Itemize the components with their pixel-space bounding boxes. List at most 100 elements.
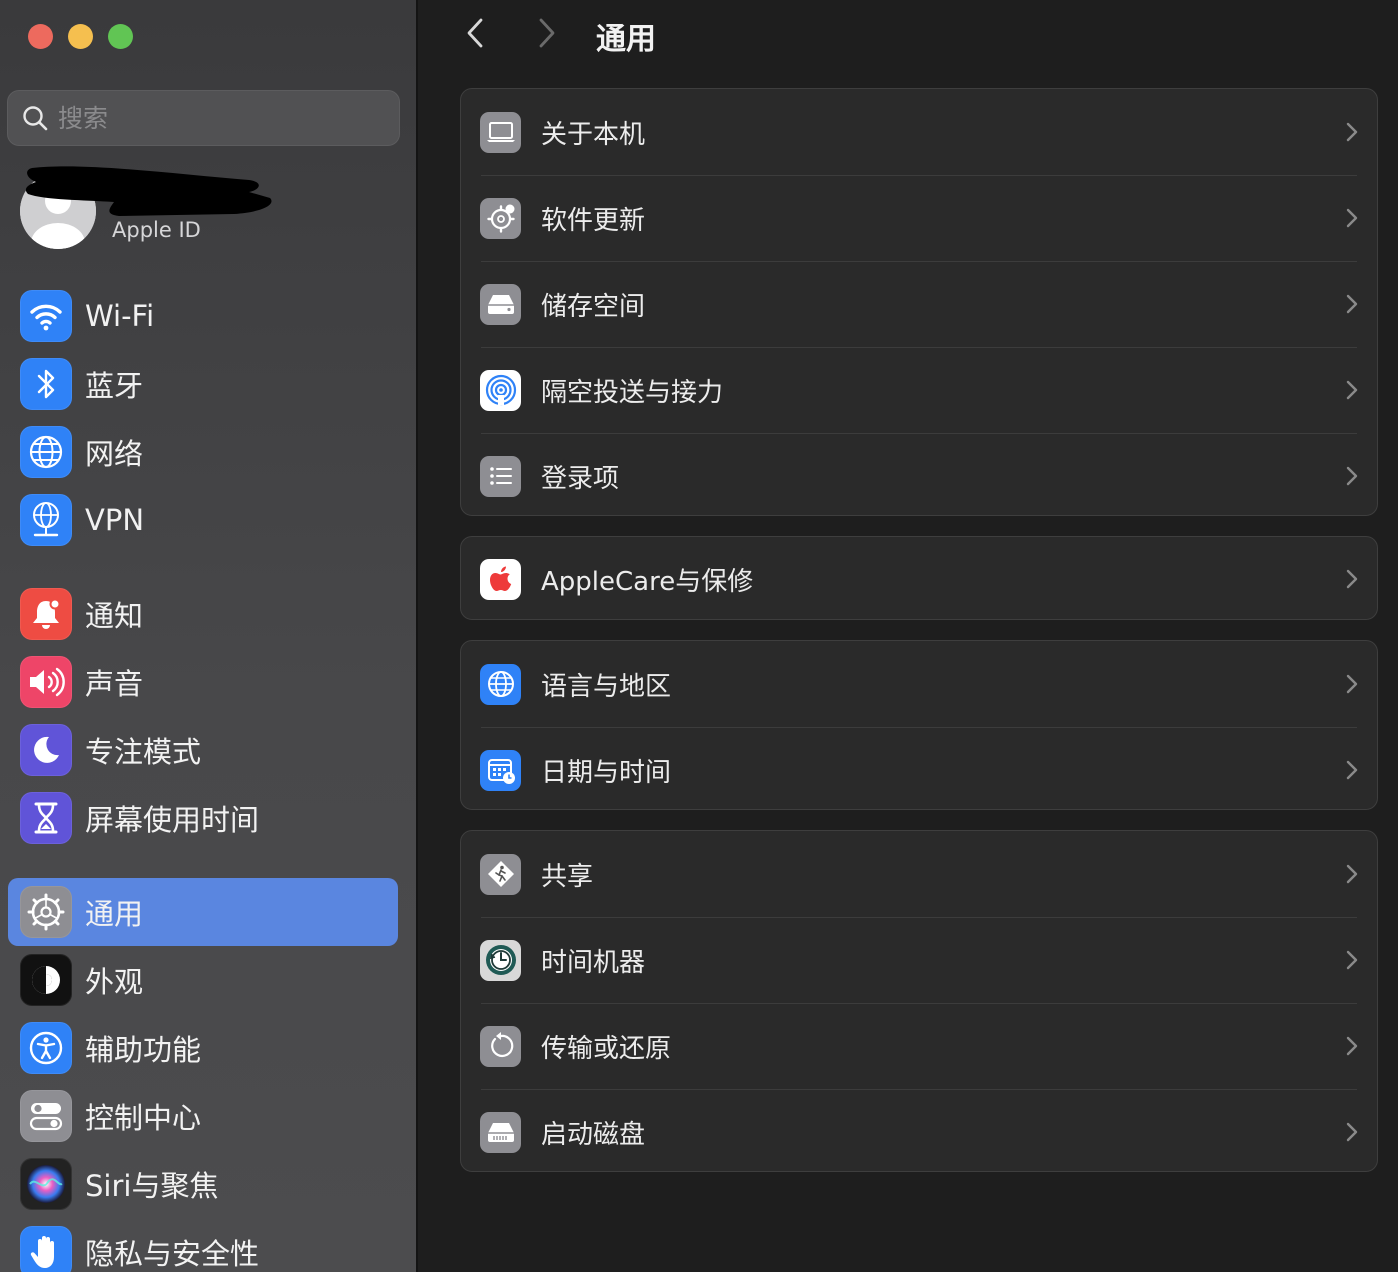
chevron-right-icon: [1345, 759, 1359, 781]
forward-button[interactable]: [530, 18, 564, 52]
settings-group-locale: 语言与地区 日期与时间: [460, 640, 1378, 810]
sidebar-item-siri-spotlight[interactable]: Siri与聚焦: [8, 1150, 398, 1218]
sharing-icon: [480, 853, 521, 895]
chevron-right-icon: [1345, 863, 1359, 885]
chevron-right-icon: [1345, 949, 1359, 971]
row-login-items[interactable]: 登录项: [461, 433, 1377, 515]
chevron-right-icon: [1345, 293, 1359, 315]
row-label: 启动磁盘: [541, 1119, 646, 1150]
row-software-update[interactable]: 软件更新: [461, 175, 1377, 261]
main-content: 通用 关于本机 软件更新 储存空间 隔空投送与接力 登录项 AppleCare与…: [420, 0, 1398, 1272]
apple-id-label: Apple ID: [112, 218, 201, 242]
sidebar-item-appearance[interactable]: 外观: [8, 946, 398, 1014]
sidebar-item-vpn[interactable]: VPN: [8, 486, 398, 554]
list-icon: [480, 455, 521, 497]
chevron-right-icon: [1345, 1035, 1359, 1057]
row-label: 登录项: [541, 463, 620, 494]
sidebar-item-control-center[interactable]: 控制中心: [8, 1082, 398, 1150]
window-zoom-button[interactable]: [108, 24, 133, 49]
restore-icon: [480, 1025, 521, 1067]
search-icon: [22, 105, 48, 131]
time-machine-icon: [480, 939, 521, 981]
row-startup-disk[interactable]: 启动磁盘: [461, 1089, 1377, 1171]
sidebar-item-label: VPN: [85, 503, 145, 537]
sidebar-item-screen-time[interactable]: 屏幕使用时间: [8, 784, 398, 852]
row-transfer-reset[interactable]: 传输或还原: [461, 1003, 1377, 1089]
row-label: 日期与时间: [541, 757, 672, 788]
chevron-right-icon: [1345, 207, 1359, 229]
row-label: 关于本机: [541, 119, 646, 150]
row-airdrop-handoff[interactable]: 隔空投送与接力: [461, 347, 1377, 433]
chevron-right-icon: [1345, 1121, 1359, 1143]
sidebar-item-wifi[interactable]: Wi-Fi: [8, 282, 398, 350]
airdrop-icon: [480, 369, 521, 411]
wifi-icon: [20, 290, 72, 342]
sidebar-item-label: 专注模式: [85, 735, 202, 769]
hand-icon: [20, 1226, 72, 1272]
sidebar-item-label: Siri与聚焦: [85, 1169, 219, 1203]
vpn-globe-icon: [20, 494, 72, 546]
chevron-right-icon: [1345, 568, 1359, 590]
apple-id-account[interactable]: Apple ID: [0, 156, 416, 256]
apple-logo-icon: [480, 558, 521, 600]
window-close-button[interactable]: [28, 24, 53, 49]
globe-icon: [20, 426, 72, 478]
row-label: 隔空投送与接力: [541, 377, 724, 408]
sidebar-item-label: 外观: [85, 965, 144, 999]
chevron-right-icon: [1345, 379, 1359, 401]
settings-group-device: 关于本机 软件更新 储存空间 隔空投送与接力 登录项: [460, 88, 1378, 516]
drive-icon: [480, 283, 521, 325]
sidebar-item-sound[interactable]: 声音: [8, 648, 398, 716]
appearance-icon: [20, 954, 72, 1006]
row-applecare[interactable]: AppleCare与保修: [461, 537, 1377, 619]
row-time-machine[interactable]: 时间机器: [461, 917, 1377, 1003]
sidebar-item-general[interactable]: 通用: [8, 878, 398, 946]
row-label: 时间机器: [541, 947, 646, 978]
sidebar-item-focus[interactable]: 专注模式: [8, 716, 398, 784]
settings-group-system: 共享 时间机器 传输或还原 启动磁盘: [460, 830, 1378, 1172]
sidebar-item-label: Wi-Fi: [85, 299, 155, 333]
bluetooth-icon: [20, 358, 72, 410]
row-label: 软件更新: [541, 205, 646, 236]
sidebar-item-bluetooth[interactable]: 蓝牙: [8, 350, 398, 418]
window-minimize-button[interactable]: [68, 24, 93, 49]
gear-icon: [20, 886, 72, 938]
globe-icon: [480, 663, 521, 705]
row-storage[interactable]: 储存空间: [461, 261, 1377, 347]
row-sharing[interactable]: 共享: [461, 831, 1377, 917]
sidebar-item-network[interactable]: 网络: [8, 418, 398, 486]
calendar-clock-icon: [480, 749, 521, 791]
sidebar-item-label: 通知: [85, 599, 144, 633]
page-title: 通用: [596, 22, 656, 57]
chevron-right-icon: [536, 17, 558, 53]
sidebar-item-label: 辅助功能: [85, 1033, 202, 1067]
gear-badge-icon: [480, 197, 521, 239]
row-label: 储存空间: [541, 291, 646, 322]
startup-disk-icon: [480, 1111, 521, 1153]
sidebar-item-label: 控制中心: [85, 1101, 202, 1135]
sidebar: Apple ID Wi-Fi 蓝牙 网络 VPN 通知 声: [0, 0, 418, 1272]
sidebar-item-label: 蓝牙: [85, 369, 144, 403]
row-date-time[interactable]: 日期与时间: [461, 727, 1377, 809]
sidebar-item-label: 屏幕使用时间: [85, 803, 260, 837]
row-label: 语言与地区: [541, 671, 672, 702]
sidebar-item-notifications[interactable]: 通知: [8, 580, 398, 648]
chevron-left-icon: [464, 17, 486, 53]
sidebar-item-label: 网络: [85, 437, 144, 471]
row-about[interactable]: 关于本机: [461, 89, 1377, 175]
sidebar-item-label: 隐私与安全性: [85, 1237, 260, 1271]
chevron-right-icon: [1345, 465, 1359, 487]
accessibility-icon: [20, 1022, 72, 1074]
row-language-region[interactable]: 语言与地区: [461, 641, 1377, 727]
search-input[interactable]: [58, 103, 358, 133]
search-field[interactable]: [7, 90, 400, 146]
account-name-redaction: [24, 160, 274, 224]
sidebar-item-accessibility[interactable]: 辅助功能: [8, 1014, 398, 1082]
row-label: AppleCare与保修: [541, 566, 754, 597]
back-button[interactable]: [458, 18, 492, 52]
settings-group-applecare: AppleCare与保修: [460, 536, 1378, 620]
speaker-icon: [20, 656, 72, 708]
sidebar-item-privacy-security[interactable]: 隐私与安全性: [8, 1218, 398, 1272]
hourglass-icon: [20, 792, 72, 844]
siri-icon: [20, 1158, 72, 1210]
